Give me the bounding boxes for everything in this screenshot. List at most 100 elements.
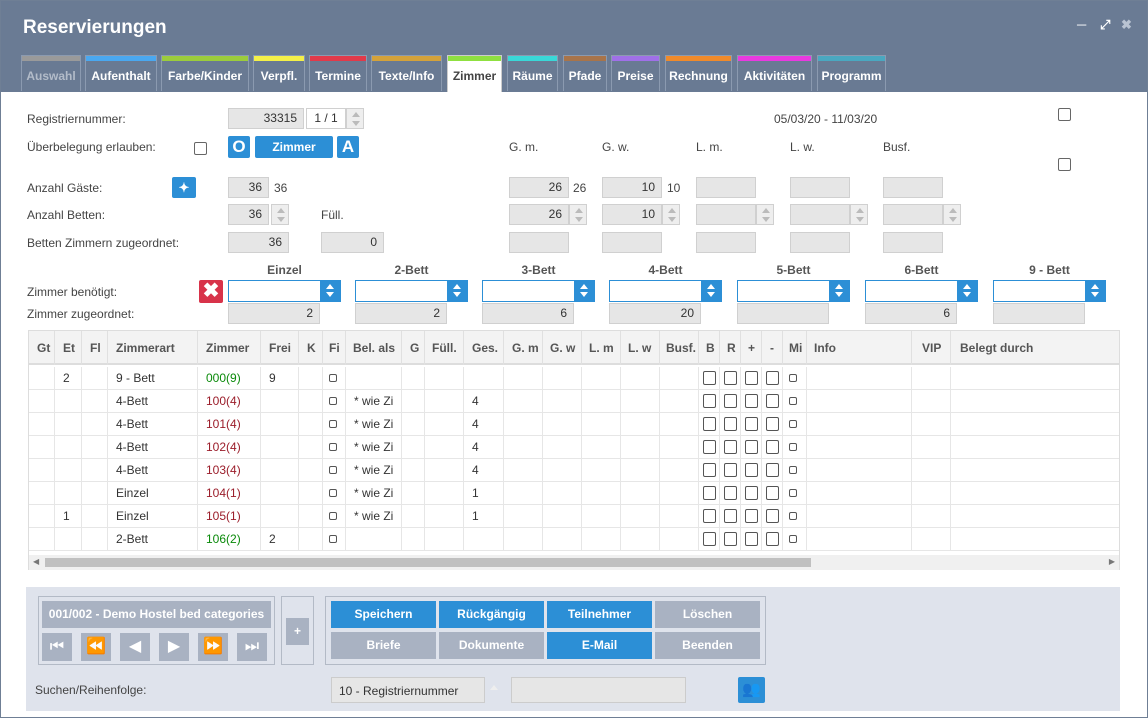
row-checkbox[interactable] xyxy=(724,417,737,431)
tab-zimmer[interactable]: Zimmer xyxy=(447,55,502,92)
col-header[interactable]: Fl xyxy=(82,331,108,365)
table-row[interactable]: 4-Bett 100(4) * wie Zi 4 xyxy=(29,390,1119,413)
col-header[interactable]: - xyxy=(762,331,783,365)
col-header[interactable]: Frei xyxy=(261,331,299,365)
row-checkbox[interactable] xyxy=(789,397,797,405)
overbooking-checkbox[interactable] xyxy=(194,142,207,155)
clear-x-icon[interactable]: ✖ xyxy=(199,280,223,303)
reg-spinner[interactable] xyxy=(346,108,364,129)
row-checkbox[interactable] xyxy=(724,486,737,500)
tab-termine[interactable]: Termine xyxy=(309,55,367,91)
row-checkbox[interactable] xyxy=(724,371,737,385)
needed-select-6bett[interactable] xyxy=(865,280,978,302)
beds-field[interactable]: 36 xyxy=(228,204,269,225)
search-input[interactable] xyxy=(511,677,686,703)
col-header[interactable]: Busf. xyxy=(660,331,699,365)
gm-beds-field[interactable]: 26 xyxy=(509,204,569,225)
row-checkbox[interactable] xyxy=(745,440,758,454)
gw-beds-spinner[interactable] xyxy=(662,204,680,225)
fast-forward-icon[interactable]: ⏩ xyxy=(198,633,228,661)
row-checkbox[interactable] xyxy=(766,532,779,546)
assigned-3bett[interactable]: 6 xyxy=(482,303,574,324)
row-checkbox[interactable] xyxy=(766,417,779,431)
col-header[interactable]: G xyxy=(402,331,425,365)
row-checkbox[interactable] xyxy=(703,463,716,477)
gw-assigned-field[interactable] xyxy=(602,232,662,253)
assigned-einzel[interactable]: 2 xyxy=(228,303,320,324)
tab-aufenthalt[interactable]: Aufenthalt xyxy=(85,55,157,91)
row-checkbox[interactable] xyxy=(724,532,737,546)
row-checkbox[interactable] xyxy=(703,532,716,546)
gw-beds-field[interactable]: 10 xyxy=(602,204,662,225)
row-checkbox[interactable] xyxy=(703,440,716,454)
row-checkbox[interactable] xyxy=(766,440,779,454)
tab-texte-info[interactable]: Texte/Info xyxy=(371,55,442,91)
lm-assigned-field[interactable] xyxy=(696,232,756,253)
row-checkbox[interactable] xyxy=(703,509,716,523)
tab-raeume[interactable]: Räume xyxy=(507,55,558,91)
option-checkbox-1[interactable] xyxy=(1058,108,1071,121)
gm-guests-field[interactable]: 26 xyxy=(509,177,569,198)
tab-verpflegung[interactable]: Verpfl. xyxy=(253,55,305,91)
participants-button[interactable]: Teilnehmer xyxy=(547,601,652,628)
save-button[interactable]: Speichern xyxy=(331,601,436,628)
row-checkbox[interactable] xyxy=(766,371,779,385)
reg-counter[interactable]: 1 / 1 xyxy=(306,108,346,129)
close-button[interactable]: Beenden xyxy=(655,632,760,659)
col-header[interactable]: G. w xyxy=(543,331,582,365)
needed-select-2bett[interactable] xyxy=(355,280,468,302)
busf-guests-field[interactable] xyxy=(883,177,943,198)
gm-beds-spinner[interactable] xyxy=(569,204,587,225)
row-checkbox[interactable] xyxy=(329,397,337,405)
row-checkbox[interactable] xyxy=(789,512,797,520)
undo-button[interactable]: Rückgängig xyxy=(439,601,544,628)
tab-farbe-kinder[interactable]: Farbe/Kinder xyxy=(161,55,249,91)
a-button[interactable]: A xyxy=(337,136,359,158)
assigned-4bett[interactable]: 20 xyxy=(609,303,701,324)
col-header[interactable]: Mi xyxy=(783,331,807,365)
fast-back-icon[interactable]: ⏪ xyxy=(81,633,111,661)
row-checkbox[interactable] xyxy=(745,371,758,385)
col-header[interactable]: Gt xyxy=(29,331,55,365)
busf-assigned-field[interactable] xyxy=(883,232,943,253)
row-checkbox[interactable] xyxy=(329,535,337,543)
col-header[interactable]: VIP xyxy=(912,331,951,365)
row-checkbox[interactable] xyxy=(724,394,737,408)
row-checkbox[interactable] xyxy=(766,509,779,523)
prev-record-icon[interactable]: ◀ xyxy=(120,633,150,661)
last-record-icon[interactable]: ⏭ xyxy=(237,633,267,661)
scroll-right-icon[interactable]: ▶ xyxy=(1109,557,1115,566)
col-header[interactable]: Belegt durch xyxy=(951,331,1119,365)
col-header[interactable]: Zimmerart xyxy=(108,331,198,365)
row-checkbox[interactable] xyxy=(766,486,779,500)
reg-number-field[interactable]: 33315 xyxy=(228,108,304,129)
row-checkbox[interactable] xyxy=(766,394,779,408)
needed-select-4bett[interactable] xyxy=(609,280,722,302)
row-checkbox[interactable] xyxy=(703,371,716,385)
needed-select-5bett[interactable] xyxy=(737,280,850,302)
add-record-button[interactable]: + xyxy=(286,618,309,645)
needed-select-einzel[interactable] xyxy=(228,280,341,302)
next-record-icon[interactable]: ▶ xyxy=(159,633,189,661)
row-checkbox[interactable] xyxy=(745,509,758,523)
row-checkbox[interactable] xyxy=(789,489,797,497)
scrollbar-thumb[interactable] xyxy=(45,558,811,567)
minimize-icon[interactable]: ─ xyxy=(1077,17,1086,32)
tab-rechnung[interactable]: Rechnung xyxy=(665,55,732,91)
option-checkbox-2[interactable] xyxy=(1058,158,1071,171)
assigned-beds-field[interactable]: 36 xyxy=(228,232,289,253)
sort-order-select[interactable]: 10 - Registriernummer xyxy=(331,677,485,703)
col-header[interactable]: K xyxy=(299,331,323,365)
busf-beds-spinner[interactable] xyxy=(943,204,961,225)
row-checkbox[interactable] xyxy=(789,466,797,474)
tab-programm[interactable]: Programm xyxy=(817,55,886,91)
row-checkbox[interactable] xyxy=(724,509,737,523)
col-header[interactable]: G. m xyxy=(504,331,543,365)
assigned-5bett[interactable] xyxy=(737,303,829,324)
col-header[interactable]: Zimmer xyxy=(198,331,261,365)
table-row[interactable]: 2 9 - Bett 000(9) 9 xyxy=(29,367,1119,390)
guests-field[interactable]: 36 xyxy=(228,177,269,198)
fill-field[interactable]: 0 xyxy=(321,232,384,253)
maximize-icon[interactable]: ⤢ xyxy=(1100,17,1110,33)
row-checkbox[interactable] xyxy=(789,374,797,382)
